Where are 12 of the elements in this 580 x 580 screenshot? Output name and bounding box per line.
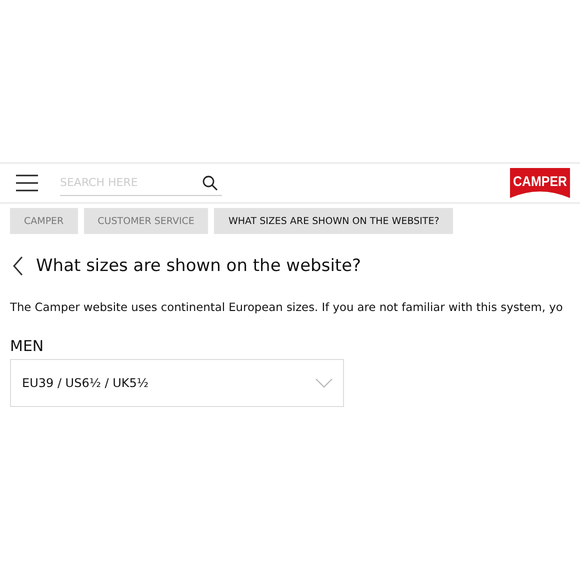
brand-logo[interactable]: CAMPER [508,167,572,199]
breadcrumb-link[interactable]: CUSTOMER SERVICE [84,208,208,234]
section-label: MEN [10,337,45,355]
back-icon[interactable] [12,256,24,276]
breadcrumb-link[interactable]: WHAT SIZES ARE SHOWN ON THE WEBSITE? [214,208,454,234]
intro-text: The Camper website uses continental European sizes. If you are not familiar with this system, yo [10,300,564,314]
chevron-icon [315,378,333,388]
search-icon[interactable] [202,174,218,190]
page-title: What sizes are shown on the website? [36,256,362,276]
menu-icon[interactable] [16,174,38,192]
breadcrumb-link[interactable]: CAMPER [10,208,78,234]
size-select[interactable]: EU39 / US6½ / UK5½ [10,359,344,407]
